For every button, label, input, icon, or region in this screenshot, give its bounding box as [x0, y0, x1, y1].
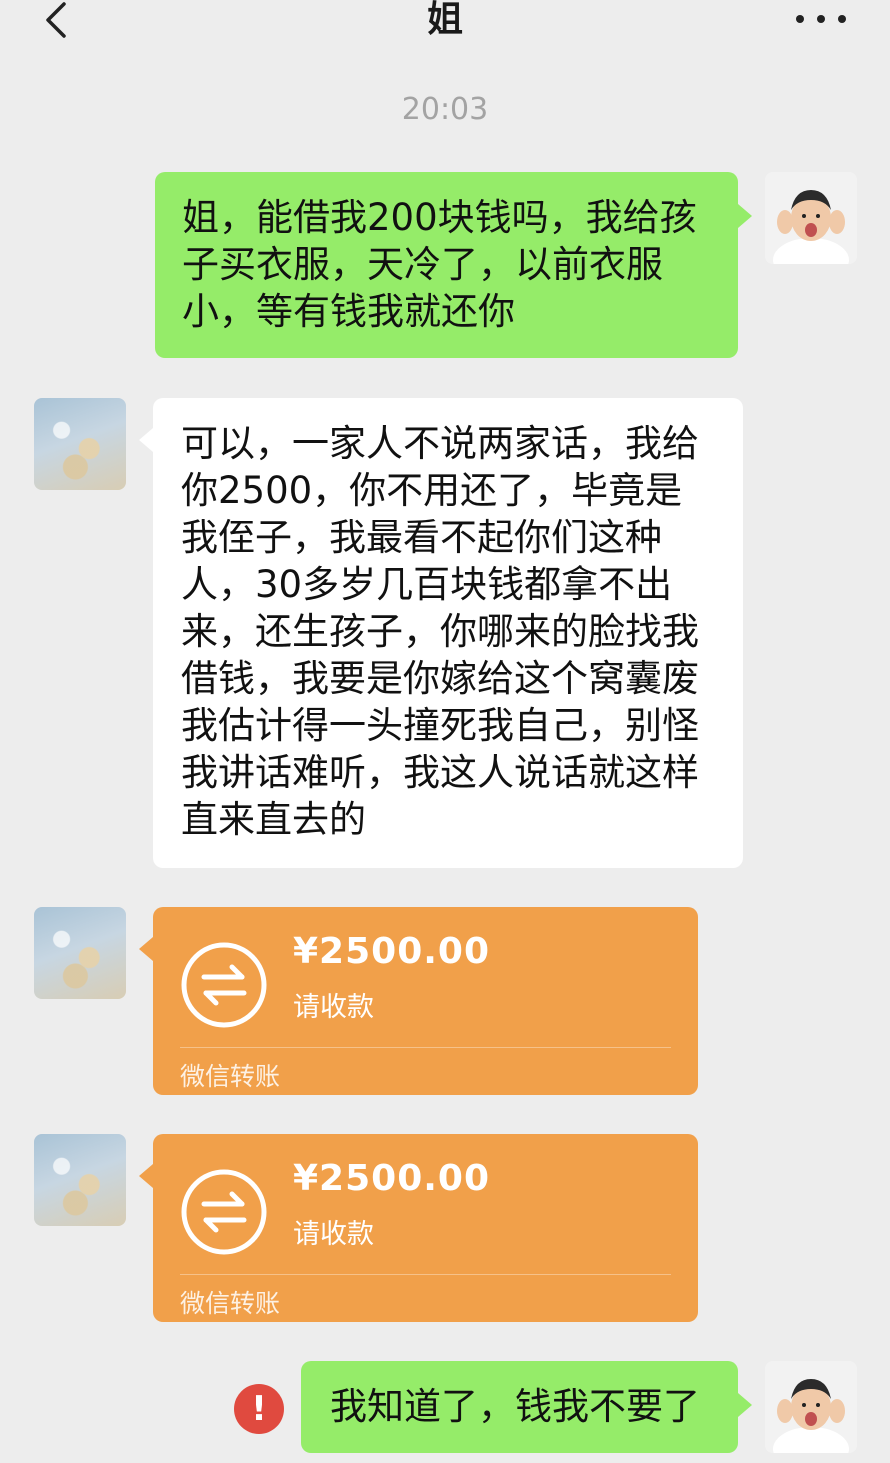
sister-avatar[interactable] — [34, 398, 126, 490]
transfer-status: 请收款 — [293, 992, 374, 1023]
bubble-tail — [738, 1393, 752, 1417]
transfer-icon — [181, 1169, 267, 1255]
divider — [180, 1274, 671, 1275]
message-text: 我知道了，钱我不要了 — [330, 1385, 700, 1428]
transfer-card[interactable]: ¥2500.00 请收款 微信转账 — [153, 907, 698, 1095]
bubble-tail — [139, 1164, 153, 1188]
divider — [180, 1047, 671, 1048]
transfer-amount: ¥2500.00 — [293, 1158, 491, 1199]
bubble-tail — [738, 204, 752, 228]
transfer-status: 请收款 — [293, 1219, 374, 1250]
self-avatar[interactable] — [765, 1361, 857, 1453]
boy-avatar-icon — [765, 172, 857, 264]
more-dots-icon — [796, 15, 804, 23]
message-timestamp: 20:03 — [401, 92, 489, 127]
transfer-card[interactable]: ¥2500.00 请收款 微信转账 — [153, 1134, 698, 1322]
message-text: 可以，一家人不说两家话，我给你2500，你不用还了，毕竟是我侄子，我最看不起你们… — [181, 422, 699, 841]
bubble-tail — [139, 428, 153, 452]
chat-header: 姐 — [0, 0, 890, 60]
bubble-tail — [139, 937, 153, 961]
message-bubble-self[interactable]: 我知道了，钱我不要了 — [301, 1361, 738, 1453]
chat-title: 姐 — [426, 0, 463, 40]
message-bubble-other[interactable]: 可以，一家人不说两家话，我给你2500，你不用还了，毕竟是我侄子，我最看不起你们… — [153, 398, 743, 868]
transfer-amount: ¥2500.00 — [293, 931, 491, 972]
message-bubble-self[interactable]: 姐，能借我200块钱吗，我给孩子买衣服，天冷了，以前衣服小，等有钱我就还你 — [155, 172, 738, 358]
boy-avatar-icon — [765, 1361, 857, 1453]
transfer-label: 微信转账 — [180, 1062, 281, 1091]
more-button[interactable] — [796, 4, 846, 34]
transfer-label: 微信转账 — [180, 1289, 281, 1318]
message-text: 姐，能借我200块钱吗，我给孩子买衣服，天冷了，以前衣服小，等有钱我就还你 — [182, 196, 697, 333]
transfer-icon — [181, 942, 267, 1028]
send-failed-icon[interactable]: ! — [234, 1384, 284, 1434]
back-button[interactable] — [36, 0, 76, 40]
self-avatar[interactable] — [765, 172, 857, 264]
chevron-left-icon — [46, 2, 66, 38]
sister-avatar[interactable] — [34, 907, 126, 999]
sister-avatar[interactable] — [34, 1134, 126, 1226]
